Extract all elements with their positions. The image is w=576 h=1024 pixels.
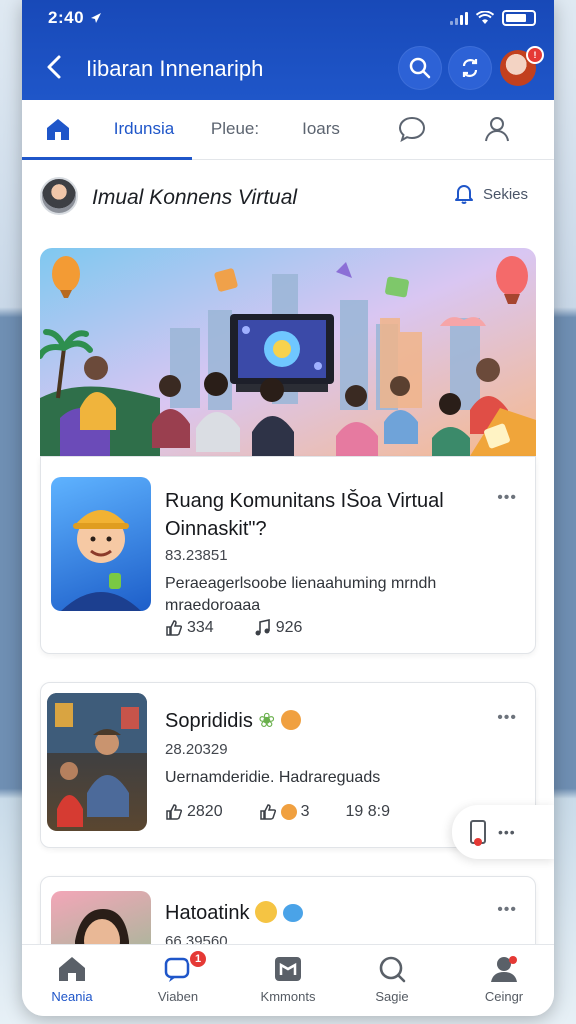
tab-pleue[interactable]: Pleue: <box>202 100 268 158</box>
music-button[interactable]: 926 <box>254 619 303 637</box>
search-button[interactable] <box>398 46 442 90</box>
more-icon: ••• <box>497 709 517 726</box>
back-button[interactable] <box>42 52 66 82</box>
more-icon: ••• <box>497 901 517 918</box>
post-title: Ruang Komunitans IŠoa Virtual Oinnaskit"… <box>165 490 444 540</box>
bottom-navigation: Neania Viaben 1 Kmmonts Sagie Ceingr <box>22 944 554 1016</box>
tab-profile[interactable] <box>477 100 517 158</box>
post-thumbnail <box>47 693 147 831</box>
reaction-count: 926 <box>275 619 303 636</box>
tab-home[interactable] <box>38 100 78 158</box>
nav-viaben-label: Viaben <box>157 989 199 1004</box>
kid-illustration <box>61 510 141 611</box>
location-arrow-icon <box>91 13 102 23</box>
community-title: Imual Konnens Virtual <box>92 186 298 209</box>
nav-ceingr-label: Ceingr <box>484 989 524 1004</box>
subscribe-button[interactable]: Sekies <box>453 183 528 205</box>
more-options-button[interactable]: ••• <box>497 901 517 919</box>
community-avatar[interactable] <box>40 177 78 215</box>
community-banner-image <box>40 248 536 456</box>
reaction-count: 3 <box>300 803 310 820</box>
search-icon <box>379 956 406 983</box>
bird-emoji-icon <box>282 904 303 922</box>
cell-signal-icon <box>450 11 468 25</box>
tab-irdunsia[interactable]: Irdunsia <box>96 100 192 158</box>
post-description: Uernamderidie. Hadrareguads <box>165 769 381 786</box>
emoji-reaction-icon <box>280 804 297 820</box>
thumbs-up-icon <box>259 804 276 820</box>
post-meta: 28.20329 <box>165 741 228 758</box>
time-value: 19 8:9 <box>345 803 390 820</box>
app-header: 2:40 Iibaran Innenariph ! <box>22 0 554 100</box>
status-bar: 2:40 <box>48 8 536 28</box>
people-illustration <box>47 693 147 827</box>
chevron-left-icon <box>47 55 61 79</box>
more-icon: ••• <box>497 489 517 506</box>
more-options-button[interactable]: ••• <box>497 709 517 727</box>
like-count: 2820 <box>187 803 223 820</box>
page-title: Iibaran Innenariph <box>86 56 264 81</box>
search-icon <box>409 57 431 79</box>
more-options-button[interactable]: ••• <box>497 489 517 507</box>
post-title: Soprididis <box>165 710 253 732</box>
post-title: Hatoatink <box>165 902 250 924</box>
chat-bubble-icon <box>398 116 426 142</box>
sync-button[interactable] <box>448 46 492 90</box>
wifi-icon <box>476 11 494 24</box>
battery-icon <box>502 10 536 26</box>
nav-sagie-label: Sagie <box>375 989 409 1004</box>
community-icon <box>275 957 301 981</box>
post-description: Peraeagerlsoobe lienaahuming mrndh mraed… <box>165 575 437 614</box>
thumbs-up-icon <box>166 620 183 636</box>
nav-kmmonts[interactable]: Kmmonts <box>240 955 336 1004</box>
nav-ceingr[interactable]: Ceingr <box>456 955 552 1004</box>
nav-badge: 1 <box>188 949 208 969</box>
reaction-button[interactable]: 3 <box>259 803 310 821</box>
nav-home[interactable]: Neania <box>24 955 120 1004</box>
notification-badge-mark: ! <box>533 50 537 60</box>
virtual-community-illustration <box>40 248 536 456</box>
home-icon <box>47 119 69 140</box>
like-button[interactable]: 2820 <box>165 803 223 821</box>
tab-bar: Irdunsia Pleue: Ioars <box>22 100 554 160</box>
post-thumbnail <box>51 477 151 611</box>
phone-screen: 2:40 Iibaran Innenariph ! Irdunsia Pleue… <box>22 0 554 1016</box>
tab-chat[interactable] <box>392 100 432 158</box>
post-meta: 83.23851 <box>165 547 228 564</box>
device-icon <box>470 820 486 846</box>
balloon-emoji-icon: ❀ <box>258 710 276 732</box>
list-item[interactable]: Ruang Komunitans IŠoa Virtual Oinnaskit"… <box>40 456 536 654</box>
notification-badge: ! <box>526 46 544 64</box>
profile-icon <box>491 956 517 982</box>
subscribe-label: Sekies <box>482 185 528 203</box>
nav-kmmonts-label: Kmmonts <box>260 989 316 1004</box>
community-header: Imual Konnens Virtual Sekies <box>40 175 536 219</box>
nav-viaben[interactable]: Viaben <box>130 955 226 1004</box>
post-stats: 2820 3 19 8:9 <box>165 803 390 821</box>
sync-icon <box>462 58 478 78</box>
emoji-icon <box>255 901 278 923</box>
record-dot-icon <box>474 838 482 846</box>
bell-icon <box>454 185 473 204</box>
like-button[interactable]: 334 <box>165 619 214 637</box>
thumbs-up-icon <box>166 804 183 820</box>
like-count: 334 <box>187 619 214 636</box>
music-note-icon <box>255 619 270 636</box>
home-icon <box>59 957 85 981</box>
nav-sagie[interactable]: Sagie <box>344 955 440 1004</box>
active-tab-indicator <box>22 157 192 160</box>
status-time: 2:40 <box>48 8 85 27</box>
user-icon <box>485 117 509 142</box>
post-title-row: Soprididis ❀ <box>165 707 495 735</box>
post-title-row: Hatoatink <box>165 899 495 927</box>
time-stat: 19 8:9 <box>346 803 390 821</box>
floating-actions[interactable]: ••• <box>452 805 554 859</box>
bear-emoji-icon <box>280 710 301 730</box>
post-stats: 334 926 <box>165 619 302 637</box>
tab-ioars[interactable]: Ioars <box>292 100 350 158</box>
nav-home-label: Neania <box>51 989 93 1004</box>
more-icon: ••• <box>498 824 516 840</box>
